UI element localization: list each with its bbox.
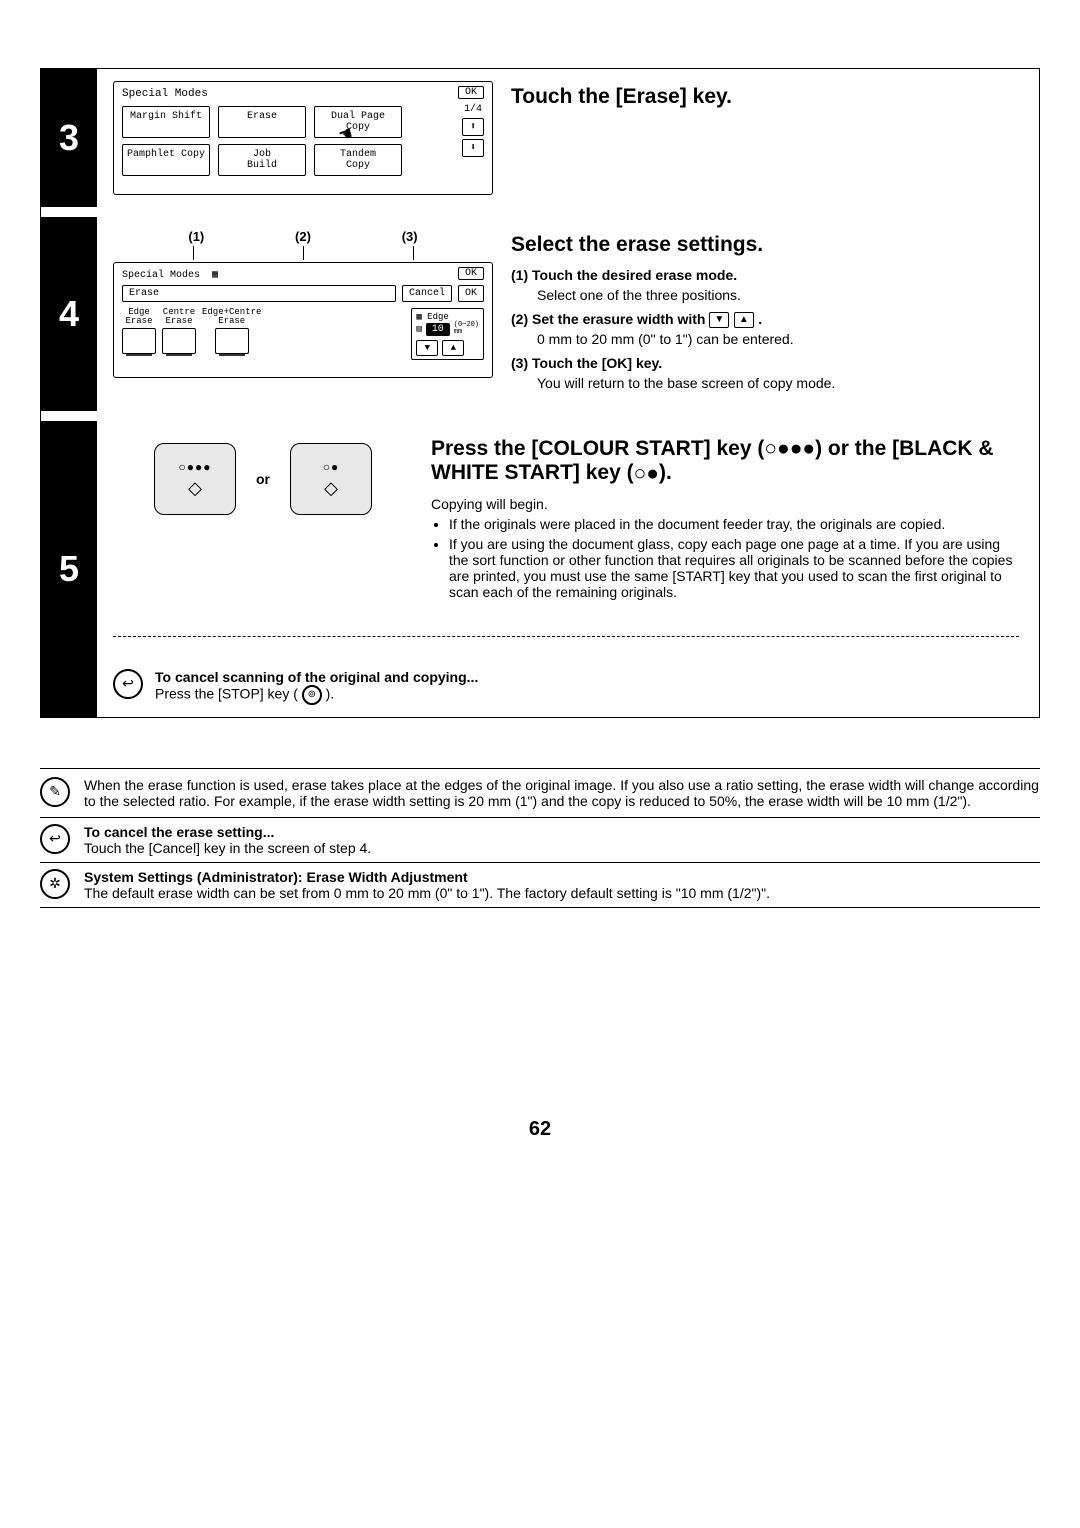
- callout-labels: (1) (2) (3): [113, 229, 493, 244]
- panel-title: Special Modes: [122, 270, 200, 281]
- label-3: (3): [402, 229, 418, 244]
- step5-body1: Copying will begin.: [431, 496, 1019, 512]
- step5-title: Press the [COLOUR START] key (○●●●) or t…: [431, 437, 1019, 486]
- sub3-body: You will return to the base screen of co…: [511, 375, 1019, 391]
- panel-title: Special Modes: [122, 88, 208, 100]
- stop-key-icon: ⊚: [302, 685, 322, 705]
- colour-start-button[interactable]: ○●●● ◇: [154, 443, 236, 515]
- note3-body: The default erase width can be set from …: [84, 885, 770, 901]
- step4-title: Select the erase settings.: [511, 233, 1019, 257]
- step-number: 4: [41, 217, 97, 411]
- decrease-button[interactable]: ▼: [416, 340, 438, 356]
- label-1: (1): [188, 229, 204, 244]
- dashed-divider: [113, 636, 1019, 637]
- centre-erase-button[interactable]: CentreErase: [162, 308, 196, 354]
- gear-icon: ✲: [40, 869, 70, 899]
- erase-bar: Erase: [122, 285, 396, 302]
- bw-dots-icon: ○●: [323, 460, 340, 474]
- steps-container: 3 Special Modes OK 1/4 ⬆ ⬇ Margin Shift …: [40, 68, 1040, 718]
- scroll-down-icon[interactable]: ⬇: [462, 139, 484, 157]
- page-number: 62: [40, 1118, 1040, 1141]
- note2-heading: To cancel the erase setting...: [84, 824, 371, 840]
- margin-shift-button[interactable]: Margin Shift: [122, 106, 210, 138]
- colour-dots-icon: ○●●●: [179, 460, 212, 474]
- step-5: 5 ○●●● ◇ or ○● ◇: [41, 421, 1039, 717]
- range-label: (0~20) mm: [454, 322, 479, 336]
- diamond-icon: ◇: [188, 478, 202, 499]
- page-indicator: 1/4: [464, 104, 482, 115]
- edge-erase-button[interactable]: EdgeErase: [122, 308, 156, 354]
- cancel-heading: To cancel scanning of the original and c…: [155, 669, 478, 685]
- increase-button[interactable]: ▲: [442, 340, 464, 356]
- sub2-body: 0 mm to 20 mm (0" to 1") can be entered.: [511, 331, 1019, 347]
- edge-width-control: ▦ Edge ▤ 10 (0~20) mm ▼ ▲: [411, 308, 484, 360]
- ok-button[interactable]: OK: [458, 86, 484, 99]
- sub2-heading-b: .: [758, 311, 762, 327]
- scroll-up-icon[interactable]: ⬆: [462, 118, 484, 136]
- sub1-heading: (1) Touch the desired erase mode.: [511, 267, 737, 283]
- note3-heading: System Settings (Administrator): Erase W…: [84, 869, 770, 885]
- diamond-icon: ◇: [324, 478, 338, 499]
- step3-panel: Special Modes OK 1/4 ⬆ ⬇ Margin Shift Er…: [113, 81, 493, 195]
- sub3-heading: (3) Touch the [OK] key.: [511, 355, 662, 371]
- or-label: or: [256, 471, 270, 487]
- edge-centre-erase-button[interactable]: Edge+CentreErase: [202, 308, 261, 354]
- cancel-body: Press the [STOP] key ( ⊚ ).: [155, 685, 478, 705]
- bw-start-button[interactable]: ○● ◇: [290, 443, 372, 515]
- step-number: 3: [41, 69, 97, 207]
- step-3: 3 Special Modes OK 1/4 ⬆ ⬇ Margin Shift …: [41, 69, 1039, 207]
- page-icon: ▤: [416, 324, 421, 334]
- cancel-button[interactable]: Cancel: [402, 285, 452, 302]
- down-key-icon: ▼: [709, 312, 729, 328]
- bullet-2: If you are using the document glass, cop…: [449, 536, 1019, 600]
- bottom-notes: ✎ When the erase function is used, erase…: [40, 768, 1040, 908]
- sub2-heading-a: (2) Set the erasure width with: [511, 311, 709, 327]
- job-build-button[interactable]: Job Build: [218, 144, 306, 176]
- back-icon: ↩: [40, 824, 70, 854]
- step4-panel: Special Modes ▦ OK Erase Cancel OK EdgeE…: [113, 262, 493, 378]
- dual-page-copy-button[interactable]: Dual Page Copy: [314, 106, 402, 138]
- note1-body: When the erase function is used, erase t…: [84, 777, 1040, 809]
- width-value: 10: [426, 323, 450, 336]
- tandem-copy-button[interactable]: Tandem Copy: [314, 144, 402, 176]
- up-key-icon: ▲: [734, 312, 754, 328]
- step3-title: Touch the [Erase] key.: [511, 85, 1019, 109]
- note2-body: Touch the [Cancel] key in the screen of …: [84, 840, 371, 856]
- bullet-1: If the originals were placed in the docu…: [449, 516, 1019, 532]
- pamphlet-copy-button[interactable]: Pamphlet Copy: [122, 144, 210, 176]
- step-number: 5: [41, 421, 97, 717]
- sub1-body: Select one of the three positions.: [511, 287, 1019, 303]
- pencil-note-icon: ✎: [40, 777, 70, 807]
- step-4: 4 (1) (2) (3) Special Modes ▦: [41, 217, 1039, 411]
- ok-button[interactable]: OK: [458, 267, 484, 280]
- label-2: (2): [295, 229, 311, 244]
- ok2-button[interactable]: OK: [458, 285, 484, 302]
- back-icon: ↩: [113, 669, 143, 699]
- erase-button[interactable]: Erase: [218, 106, 306, 138]
